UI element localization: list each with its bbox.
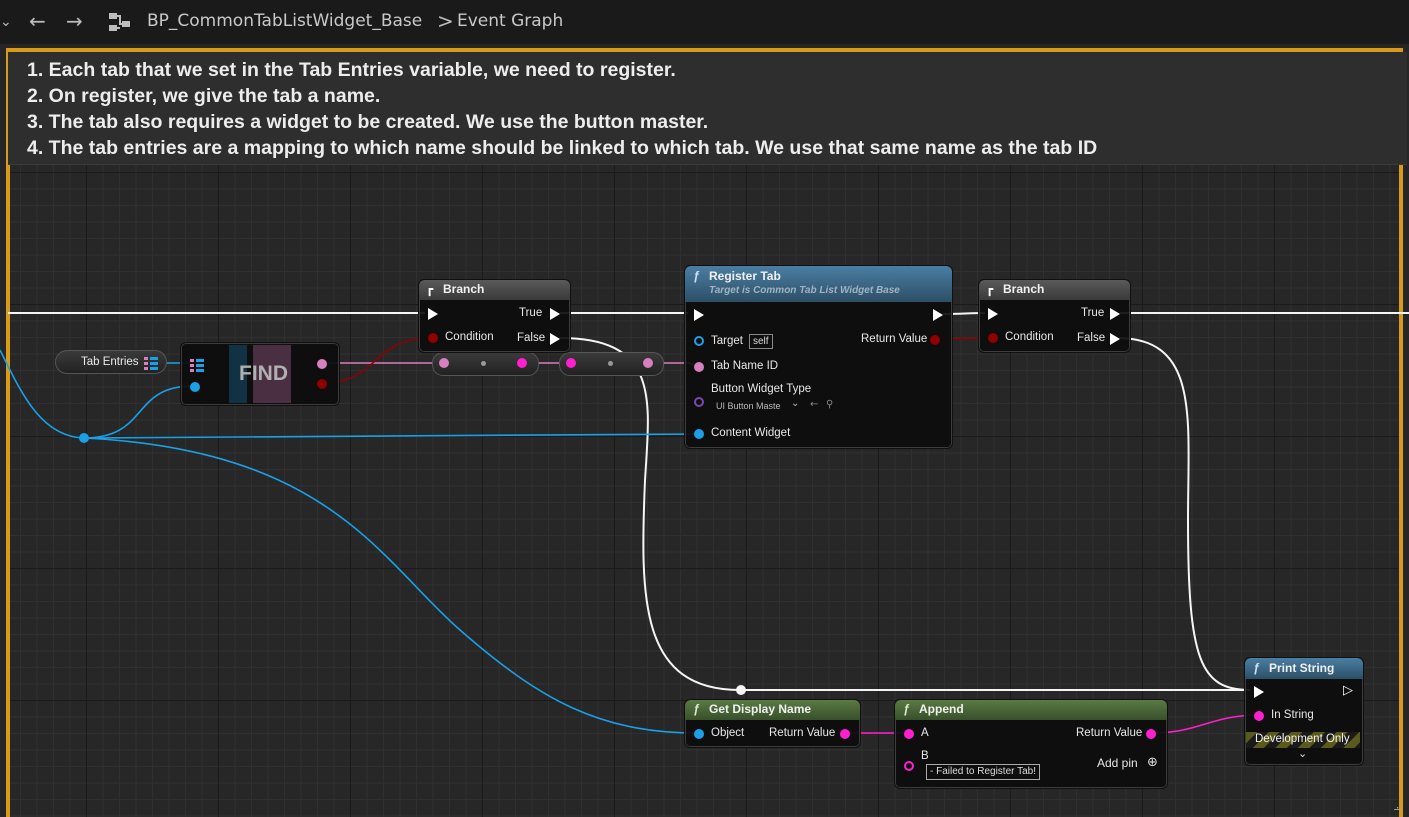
- append-header: ƒ Append: [895, 700, 1167, 720]
- function-icon: ƒ: [903, 702, 910, 716]
- branch-1-exec-in[interactable]: [428, 308, 438, 320]
- register-tab-return-label: Return Value: [861, 333, 928, 345]
- branch-1-false-label: False: [517, 332, 546, 344]
- print-string-in-string-pin[interactable]: [1254, 711, 1264, 721]
- register-tab-exec-out[interactable]: [933, 309, 943, 321]
- get-display-name-return-pin[interactable]: [840, 729, 850, 739]
- branch-1-title: Branch: [443, 282, 485, 296]
- chevron-down-icon[interactable]: ⌄: [791, 398, 799, 409]
- get-display-name-return-label: Return Value: [769, 727, 836, 739]
- widget-type-dropdown[interactable]: UI Button Maste: [716, 401, 781, 411]
- find-label: FIND: [239, 362, 288, 385]
- tab-entries-label: Tab Entries: [81, 356, 139, 368]
- find-value-pin[interactable]: [317, 359, 327, 369]
- get-display-name-title: Get Display Name: [709, 702, 812, 716]
- print-string-title: Print String: [1269, 661, 1335, 675]
- branch-2-false-pin[interactable]: [1110, 333, 1120, 345]
- append-title: Append: [919, 702, 964, 716]
- print-string-in-string-label: In String: [1271, 709, 1314, 721]
- register-tab-exec-in[interactable]: [694, 309, 704, 321]
- register-tab-name-label: Tab Name ID: [711, 360, 779, 372]
- knot-2-dot: [608, 361, 613, 366]
- object-wire-display: [83, 437, 698, 734]
- exec-wire-branch2-false: [1119, 337, 1251, 691]
- branch-1-header: Branch: [419, 280, 570, 300]
- print-string-exec-out[interactable]: ▷: [1343, 683, 1353, 698]
- branch-1-true-pin[interactable]: [550, 308, 560, 320]
- print-string-header: ƒ Print String: [1245, 658, 1363, 679]
- development-only-label: Development Only: [1255, 733, 1350, 745]
- knot-1-in[interactable]: [439, 358, 449, 368]
- branch-node-2[interactable]: Branch ┏ True Condition False: [978, 279, 1131, 353]
- reroute-knot-1[interactable]: [432, 352, 539, 376]
- function-icon: ƒ: [693, 269, 700, 283]
- function-icon: ƒ: [693, 702, 700, 716]
- append-return-pin[interactable]: [1146, 729, 1156, 739]
- find-key-pin[interactable]: [190, 382, 200, 392]
- reroute-knot-2[interactable]: [559, 352, 664, 376]
- print-string-exec-in[interactable]: [1254, 686, 1264, 698]
- find-found-pin[interactable]: [317, 379, 327, 389]
- append-a-pin[interactable]: [904, 729, 914, 739]
- register-tab-content-label: Content Widget: [711, 427, 791, 439]
- get-display-name-object-label: Object: [711, 727, 745, 739]
- map-array-icon: [144, 355, 158, 374]
- register-tab-target-pin[interactable]: [694, 336, 704, 346]
- append-node[interactable]: ƒ Append A Return Value B - Failed to Re…: [894, 699, 1168, 789]
- branch-1-true-label: True: [519, 307, 543, 319]
- register-tab-subtitle: Target is Common Tab List Widget Base: [709, 285, 900, 296]
- branch-1-false-pin[interactable]: [550, 333, 560, 345]
- branch-icon: ┏: [986, 282, 994, 296]
- append-add-pin-label[interactable]: Add pin: [1097, 756, 1138, 770]
- branch-2-condition-label: Condition: [1005, 331, 1054, 343]
- knot-1-out[interactable]: [517, 358, 527, 368]
- expand-chevron-icon[interactable]: ⌄: [1298, 747, 1307, 760]
- register-tab-header: ƒ Register Tab Target is Common Tab List…: [685, 266, 952, 302]
- register-tab-widget-type-pin[interactable]: [694, 397, 704, 407]
- register-tab-name-pin[interactable]: [694, 362, 704, 372]
- function-icon: ƒ: [1253, 661, 1260, 675]
- knot-1-dot: [481, 361, 486, 366]
- knot-2-out[interactable]: [643, 358, 653, 368]
- find-node[interactable]: FIND: [180, 342, 340, 406]
- branch-2-true-pin[interactable]: [1110, 308, 1120, 320]
- branch-2-condition-pin[interactable]: [988, 333, 998, 343]
- resize-grip-icon[interactable]: ∸: [1393, 803, 1402, 816]
- branch-2-exec-in[interactable]: [988, 308, 998, 320]
- branch-icon: ┏: [426, 282, 434, 296]
- branch-2-header: Branch: [979, 280, 1130, 300]
- branch-2-false-label: False: [1077, 332, 1106, 344]
- append-return-label: Return Value: [1076, 727, 1143, 739]
- register-tab-widget-type-label: Button Widget Type: [711, 383, 812, 395]
- object-reroute-dot: [79, 433, 89, 443]
- branch-1-condition-pin[interactable]: [428, 333, 438, 343]
- use-selected-icon[interactable]: ←: [810, 399, 818, 410]
- get-display-name-header: ƒ Get Display Name: [685, 700, 860, 720]
- register-tab-target-label: Target: [711, 335, 743, 347]
- exec-reroute-dot: [736, 685, 746, 695]
- add-pin-plus-icon[interactable]: ⊕: [1147, 755, 1158, 770]
- branch-1-condition-label: Condition: [445, 331, 494, 343]
- object-wire-find: [83, 385, 196, 439]
- register-tab-return-pin[interactable]: [930, 335, 940, 345]
- object-wire-content: [83, 433, 698, 439]
- tab-entries-variable-node[interactable]: Tab Entries: [55, 350, 167, 374]
- branch-2-title: Branch: [1003, 282, 1045, 296]
- get-display-name-object-pin[interactable]: [694, 729, 704, 739]
- branch-2-true-label: True: [1081, 307, 1105, 319]
- append-b-pin[interactable]: [904, 761, 914, 771]
- print-string-node[interactable]: ƒ Print String ▷ In String Development O…: [1244, 657, 1364, 766]
- knot-2-in[interactable]: [566, 358, 576, 368]
- get-display-name-node[interactable]: ƒ Get Display Name Object Return Value: [684, 699, 861, 748]
- register-tab-content-pin[interactable]: [694, 429, 704, 439]
- register-tab-title: Register Tab: [709, 269, 781, 283]
- register-tab-node[interactable]: ƒ Register Tab Target is Common Tab List…: [684, 265, 953, 449]
- append-a-label: A: [921, 727, 929, 739]
- branch-node-1[interactable]: Branch ┏ True Condition False: [418, 279, 571, 353]
- register-tab-target-default[interactable]: self: [749, 334, 773, 349]
- browse-search-icon[interactable]: ⚲: [826, 399, 833, 410]
- map-input-icon[interactable]: [190, 357, 204, 376]
- append-b-input[interactable]: - Failed to Register Tab!: [926, 764, 1040, 780]
- append-b-label: B: [921, 750, 929, 762]
